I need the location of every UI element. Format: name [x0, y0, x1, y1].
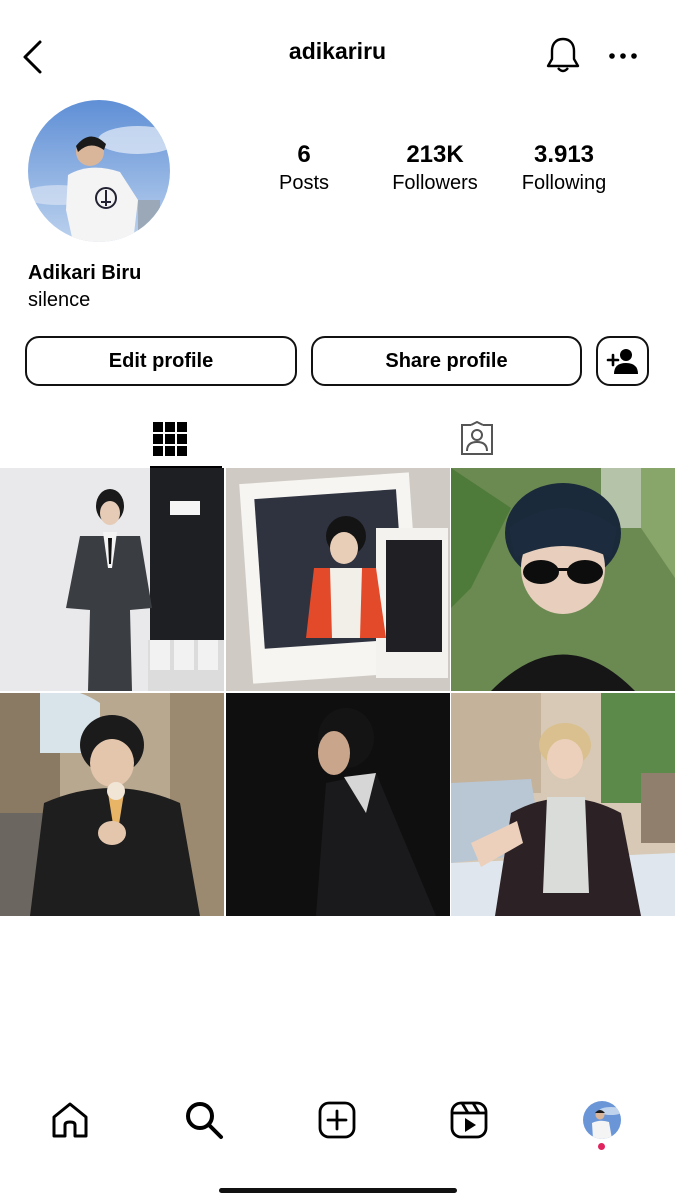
- stat-followers[interactable]: 213K Followers: [370, 140, 500, 196]
- notifications-button[interactable]: [544, 35, 582, 75]
- post-thumbnail[interactable]: [0, 693, 224, 916]
- bottom-navigation: [0, 1090, 675, 1150]
- discover-people-button[interactable]: [596, 336, 649, 386]
- post-photo: [0, 693, 224, 916]
- posts-grid: [0, 468, 675, 916]
- nav-profile-avatar: [583, 1101, 621, 1139]
- more-horizontal-icon: [609, 53, 637, 59]
- search-icon: [186, 1102, 223, 1139]
- post-photo: [0, 468, 224, 691]
- post-thumbnail[interactable]: [226, 468, 450, 691]
- tagged-person-icon: [461, 421, 493, 455]
- stat-posts[interactable]: 6 Posts: [239, 140, 369, 196]
- create-icon: [318, 1101, 356, 1139]
- display-name: Adikari Biru: [28, 262, 142, 284]
- grid-icon: [153, 422, 187, 456]
- profile-bio: silence: [28, 289, 91, 311]
- following-count: 3.913: [533, 141, 595, 168]
- nav-profile[interactable]: [572, 1090, 632, 1150]
- nav-reels[interactable]: [439, 1090, 499, 1150]
- followers-count: 213K: [406, 141, 464, 168]
- home-indicator: [219, 1188, 457, 1193]
- followers-label: Followers: [392, 172, 478, 194]
- home-icon: [52, 1102, 88, 1138]
- more-options-button[interactable]: [606, 40, 640, 70]
- notification-dot: [598, 1143, 605, 1150]
- post-thumbnail[interactable]: [226, 693, 450, 916]
- profile-page: adikariru 6 Posts 213K Followers 3.913 F…: [0, 0, 675, 1200]
- post-thumbnail[interactable]: [0, 468, 224, 691]
- top-bar: adikariru: [0, 0, 675, 110]
- post-photo: [226, 468, 450, 691]
- post-photo: [226, 693, 450, 916]
- nav-create[interactable]: [307, 1090, 367, 1150]
- tab-posts-grid[interactable]: [25, 410, 315, 468]
- profile-tabs: [0, 410, 675, 468]
- post-thumbnail[interactable]: [451, 468, 675, 691]
- avatar-photo: [28, 100, 170, 242]
- stat-following[interactable]: 3.913 Following: [499, 140, 629, 196]
- bell-icon: [546, 37, 580, 73]
- post-photo: [451, 693, 675, 916]
- nav-home[interactable]: [40, 1090, 100, 1150]
- post-thumbnail[interactable]: [451, 693, 675, 916]
- nav-search[interactable]: [174, 1090, 234, 1150]
- post-photo: [451, 468, 675, 691]
- tab-tagged[interactable]: [337, 410, 617, 468]
- edit-profile-button[interactable]: Edit profile: [25, 336, 297, 386]
- profile-avatar[interactable]: [28, 100, 170, 242]
- person-add-icon: [606, 349, 638, 374]
- posts-label: Posts: [278, 172, 330, 194]
- following-label: Following: [521, 172, 607, 194]
- posts-count: 6: [297, 141, 311, 168]
- reels-icon: [450, 1101, 488, 1139]
- avatar-photo: [583, 1101, 621, 1139]
- share-profile-button[interactable]: Share profile: [311, 336, 582, 386]
- profile-stats: 6 Posts 213K Followers 3.913 Following: [250, 140, 650, 200]
